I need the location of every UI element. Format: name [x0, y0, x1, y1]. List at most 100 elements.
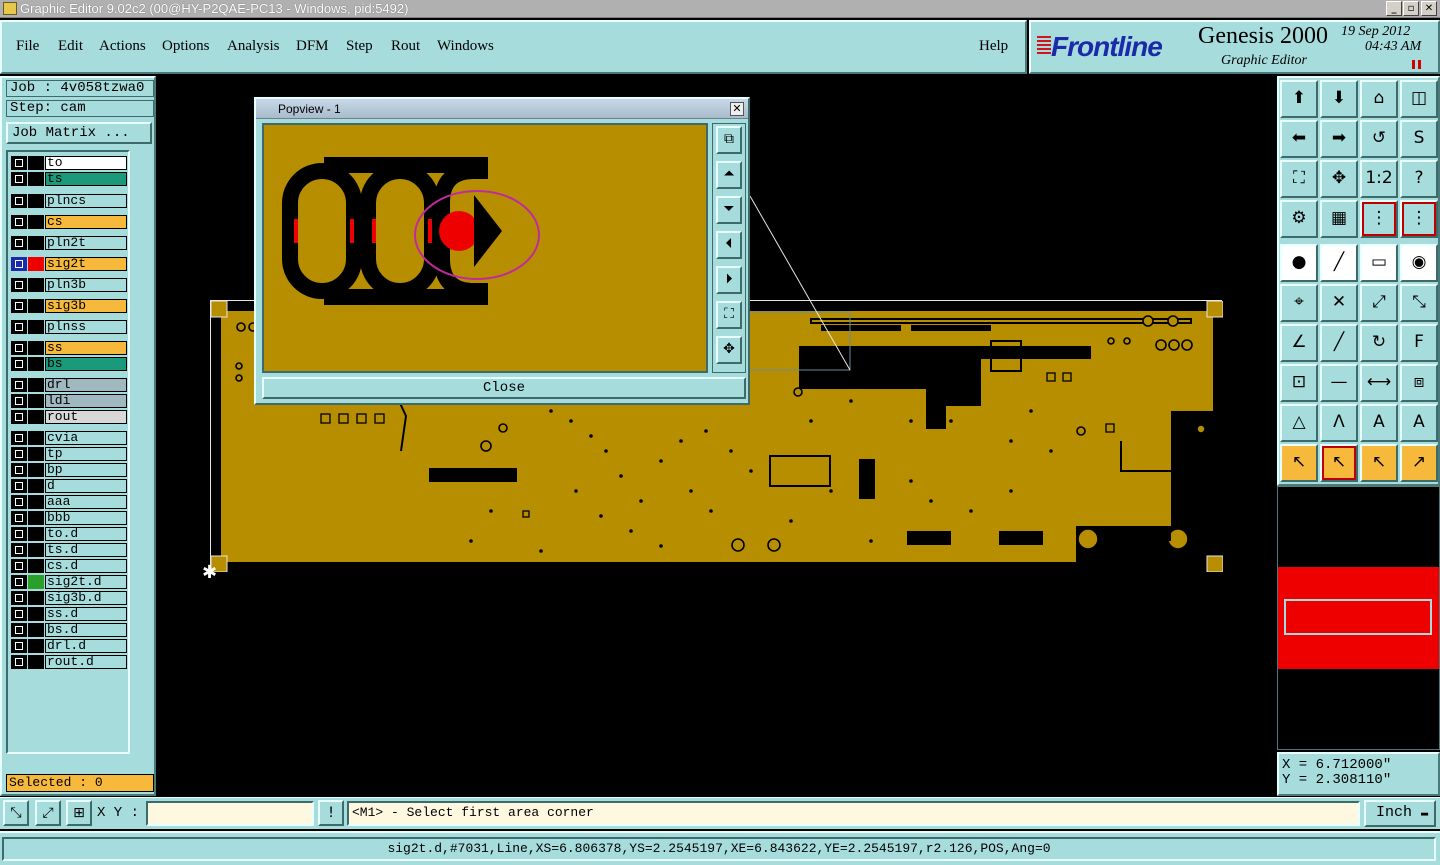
grid-icon[interactable]: ▦ [1320, 200, 1358, 238]
job-matrix-button[interactable]: Job Matrix ... [6, 122, 152, 144]
layer-color-swatch[interactable] [28, 257, 44, 271]
surface-icon[interactable]: A [1360, 404, 1398, 442]
help-icon[interactable]: ? [1400, 160, 1438, 198]
layer-name[interactable]: bp [45, 463, 127, 477]
layer-checkbox[interactable] [11, 357, 27, 371]
zoom-home-icon[interactable]: ⬆ [1280, 80, 1318, 118]
layer-color-swatch[interactable] [28, 172, 44, 186]
draw-line-icon[interactable]: ╱ [1320, 324, 1358, 362]
layer-row[interactable]: ss [11, 341, 127, 355]
layer-color-swatch[interactable] [28, 655, 44, 669]
layer-color-swatch[interactable] [28, 394, 44, 408]
menu-help[interactable]: Help [979, 38, 1008, 55]
layer-checkbox[interactable] [11, 394, 27, 408]
layer-name[interactable]: ss [45, 341, 127, 355]
layer-color-swatch[interactable] [28, 479, 44, 493]
menu-dfm[interactable]: DFM [296, 38, 329, 55]
layer-checkbox[interactable] [11, 623, 27, 637]
layer-color-swatch[interactable] [28, 463, 44, 477]
layer-name[interactable]: aaa [45, 495, 127, 509]
layer-stack-icon[interactable]: ⋮ [1360, 200, 1398, 238]
layer-checkbox[interactable] [11, 410, 27, 424]
layer-row[interactable]: bp [11, 463, 127, 477]
layer-checkbox[interactable] [11, 320, 27, 334]
select-box-icon[interactable]: ↖ [1320, 444, 1358, 482]
layer-checkbox[interactable] [11, 495, 27, 509]
layer-name[interactable]: bs.d [45, 623, 127, 637]
layer-name[interactable]: rout [45, 410, 127, 424]
layer-name[interactable]: sig2t [45, 257, 127, 271]
layer-checkbox[interactable] [11, 257, 27, 271]
menu-options[interactable]: Options [162, 38, 210, 55]
layer-row[interactable]: sig2t [11, 257, 127, 271]
layer-row[interactable]: ts [11, 172, 127, 186]
angle-icon[interactable]: ∠ [1280, 324, 1318, 362]
popview-close-icon[interactable]: ✕ [730, 102, 744, 116]
layer-row[interactable]: sig2t.d [11, 575, 127, 589]
pan-up-icon[interactable]: ⏶ [716, 161, 742, 189]
layer-name[interactable]: d [45, 479, 127, 493]
layer-color-swatch[interactable] [28, 194, 44, 208]
minimize-icon[interactable]: _ [1386, 1, 1402, 16]
layer-checkbox[interactable] [11, 543, 27, 557]
layer-row[interactable]: plncs [11, 194, 127, 208]
layer-row[interactable]: bbb [11, 511, 127, 525]
menu-file[interactable]: File [16, 38, 39, 55]
layer-row[interactable]: ldi [11, 394, 127, 408]
layer-name[interactable]: sig2t.d [45, 575, 127, 589]
layer-color-swatch[interactable] [28, 607, 44, 621]
snap-grid-icon[interactable]: ⤡ [3, 800, 29, 826]
layer-name[interactable]: ts.d [45, 543, 127, 557]
pan-left-icon[interactable]: ⏴ [716, 231, 742, 259]
snap-point-icon[interactable]: ⤢ [35, 800, 61, 826]
menu-rout[interactable]: Rout [391, 38, 420, 55]
layer-color-swatch[interactable] [28, 639, 44, 653]
layer-checkbox[interactable] [11, 172, 27, 186]
overview-map[interactable] [1277, 486, 1440, 750]
layer-color-swatch[interactable] [28, 341, 44, 355]
layer-checkbox[interactable] [11, 194, 27, 208]
snap-icon[interactable]: ⊡ [1280, 364, 1318, 402]
zoom-fit-icon[interactable]: ⛶ [716, 301, 742, 329]
zoom-in-icon[interactable]: ⧉ [716, 126, 742, 154]
layer-row[interactable]: to.d [11, 527, 127, 541]
redraw-icon[interactable]: S [1400, 120, 1438, 158]
layer-color-swatch[interactable] [28, 156, 44, 170]
zoom-center-icon[interactable]: ✥ [716, 336, 742, 364]
layer-name[interactable]: plncs [45, 194, 127, 208]
layer-color-swatch[interactable] [28, 623, 44, 637]
menu-step[interactable]: Step [346, 38, 373, 55]
layer-color-swatch[interactable] [28, 591, 44, 605]
select-net-icon[interactable]: ↗ [1400, 444, 1438, 482]
menu-actions[interactable]: Actions [99, 38, 146, 55]
layer-name[interactable]: rout.d [45, 655, 127, 669]
add-pad-icon[interactable]: ● [1280, 244, 1318, 282]
layer-checkbox[interactable] [11, 527, 27, 541]
layer-row[interactable]: pln3b [11, 278, 127, 292]
pause-icon[interactable] [1412, 60, 1421, 69]
layer-color-swatch[interactable] [28, 543, 44, 557]
layer-color-swatch[interactable] [28, 278, 44, 292]
layer-row[interactable]: d [11, 479, 127, 493]
layer-checkbox[interactable] [11, 479, 27, 493]
select-area-icon[interactable]: ↖ [1360, 444, 1398, 482]
layer-name[interactable]: sig3b.d [45, 591, 127, 605]
layer-row[interactable]: cvia [11, 431, 127, 445]
layer-color-swatch[interactable] [28, 559, 44, 573]
popview-close-button[interactable]: Close [262, 377, 746, 399]
popview-zoom-view[interactable] [262, 123, 708, 373]
view-left-icon[interactable]: ⬅ [1280, 120, 1318, 158]
layer-row[interactable]: ts.d [11, 543, 127, 557]
layer-name[interactable]: drl.d [45, 639, 127, 653]
route-icon[interactable]: ⤡ [1400, 284, 1438, 322]
zoom-fit-icon[interactable]: ⛶ [1280, 160, 1318, 198]
layer-checkbox[interactable] [11, 278, 27, 292]
layer-checkbox[interactable] [11, 431, 27, 445]
maximize-icon[interactable]: ▫ [1403, 1, 1419, 16]
layer-name[interactable]: bs [45, 357, 127, 371]
cut-line-icon[interactable]: — [1320, 364, 1358, 402]
layer-row[interactable]: bs.d [11, 623, 127, 637]
layer-color-swatch[interactable] [28, 511, 44, 525]
layer-color-swatch[interactable] [28, 357, 44, 371]
layer-row[interactable]: bs [11, 357, 127, 371]
